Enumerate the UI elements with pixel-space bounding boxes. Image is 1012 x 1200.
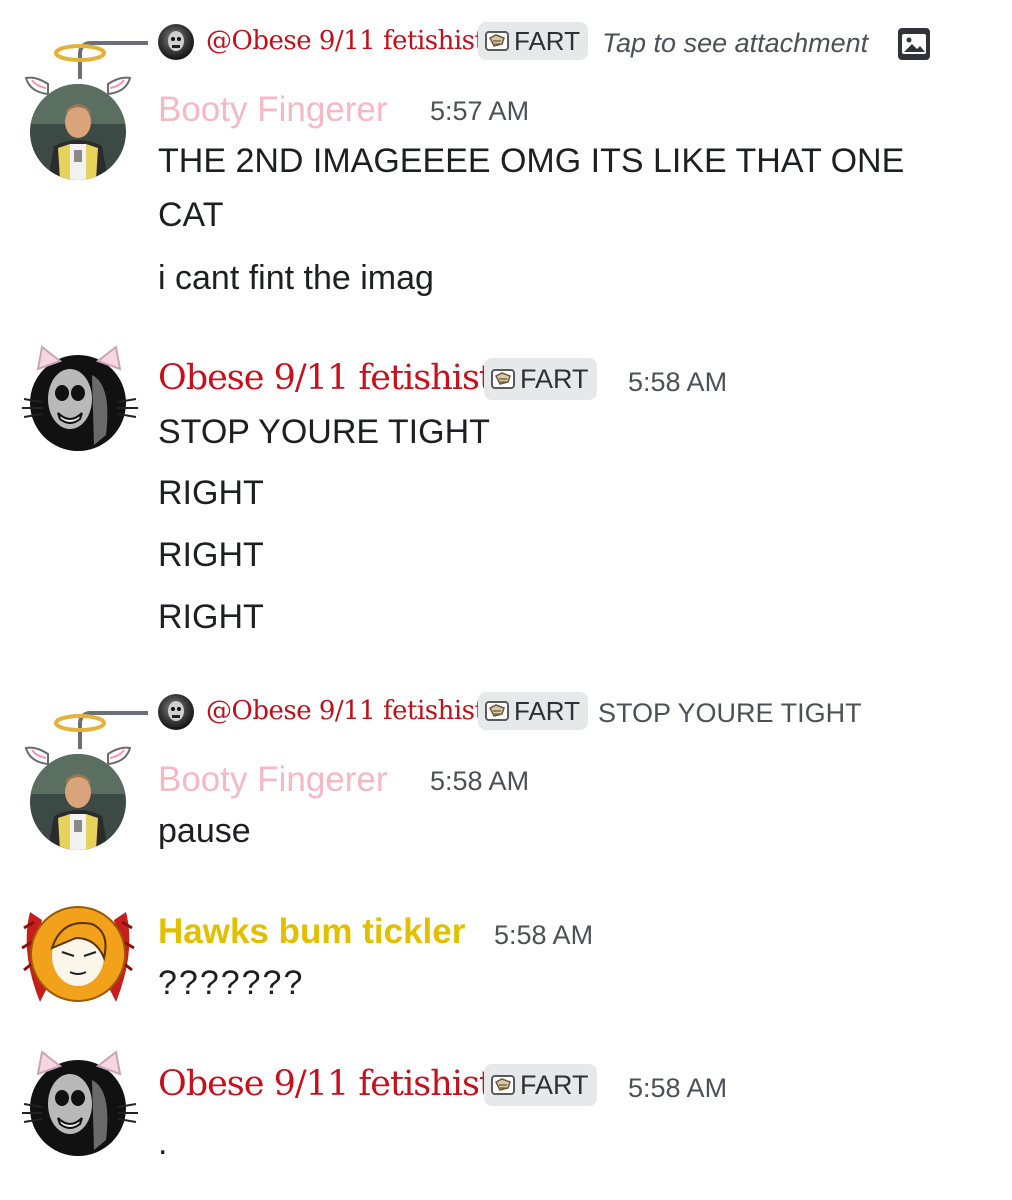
image-icon <box>898 28 930 60</box>
role-tag-label: FART <box>520 1069 589 1100</box>
avatar-hawks[interactable] <box>21 906 135 1002</box>
avatar-image <box>30 906 126 1002</box>
cat-ear-left-icon <box>36 1050 62 1076</box>
reply-content[interactable]: STOP YOURE TIGHT <box>598 698 862 729</box>
message-line: RIGHT <box>158 474 264 512</box>
message-timestamp: 5:58 AM <box>628 1073 728 1103</box>
reply-mention[interactable]: @Obese 9/11 fetishist <box>206 696 485 726</box>
message-line: ??????? <box>158 964 305 1002</box>
author-name[interactable]: Hawks bum tickler <box>158 912 465 952</box>
avatar-obese[interactable] <box>22 345 138 451</box>
halo-icon <box>54 714 106 732</box>
cat-ear-left-icon <box>36 345 62 371</box>
fart-tag-icon <box>484 29 510 53</box>
message-timestamp: 5:57 AM <box>430 96 530 126</box>
message-line: STOP YOURE TIGHT <box>158 413 490 451</box>
cat-ear-right-icon <box>96 345 122 371</box>
avatar-booty-fingerer[interactable] <box>24 714 132 850</box>
fart-tag-icon <box>484 699 510 723</box>
message-line: pause <box>158 812 251 850</box>
fart-tag-icon <box>490 1073 516 1097</box>
reply-preview[interactable]: @Obese 9/11 fetishist FART STOP YOURE TI… <box>0 692 1012 749</box>
role-tag: FART <box>478 22 588 60</box>
author-name[interactable]: Booty Fingerer <box>158 760 388 800</box>
left-wing-icon <box>24 746 49 766</box>
message-line: CAT <box>158 196 224 234</box>
reply-preview[interactable]: @Obese 9/11 fetishist FART Tap to see at… <box>0 22 1012 79</box>
message-line: RIGHT <box>158 598 264 636</box>
message-timestamp: 5:58 AM <box>430 766 530 796</box>
role-tag: FART <box>484 1064 597 1106</box>
fart-tag-icon <box>490 367 516 391</box>
role-tag-label: FART <box>514 25 580 56</box>
reply-mention[interactable]: @Obese 9/11 fetishist <box>206 26 485 56</box>
left-wing-icon <box>24 76 49 96</box>
message-line: i cant fint the imag <box>158 259 434 297</box>
role-tag-label: FART <box>520 363 589 394</box>
whiskers-left-icon <box>22 398 42 418</box>
message-line: THE 2ND IMAGEEEE OMG ITS LIKE THAT ONE <box>158 142 905 180</box>
author-name[interactable]: Obese 9/11 fetishist <box>158 1064 493 1104</box>
role-tag-label: FART <box>514 695 580 726</box>
author-name[interactable]: Booty Fingerer <box>158 90 388 130</box>
message-timestamp: 5:58 AM <box>628 367 728 397</box>
avatar-obese[interactable] <box>22 1050 138 1156</box>
reply-avatar <box>158 694 194 730</box>
author-name[interactable]: Obese 9/11 fetishist <box>158 358 493 398</box>
message-line: . <box>158 1124 168 1162</box>
cat-ear-right-icon <box>96 1050 122 1076</box>
whiskers-right-icon <box>118 1103 138 1123</box>
role-tag: FART <box>478 692 588 730</box>
role-tag: FART <box>484 358 597 400</box>
avatar-booty-fingerer[interactable] <box>24 44 132 180</box>
whiskers-right-icon <box>118 398 138 418</box>
right-wing-icon <box>107 746 132 766</box>
right-wing-icon <box>107 76 132 96</box>
reply-avatar <box>158 24 194 60</box>
message-line: RIGHT <box>158 536 264 574</box>
message-timestamp: 5:58 AM <box>494 920 594 950</box>
halo-icon <box>54 44 106 62</box>
reply-content[interactable]: Tap to see attachment <box>602 28 868 59</box>
whiskers-left-icon <box>22 1103 42 1123</box>
